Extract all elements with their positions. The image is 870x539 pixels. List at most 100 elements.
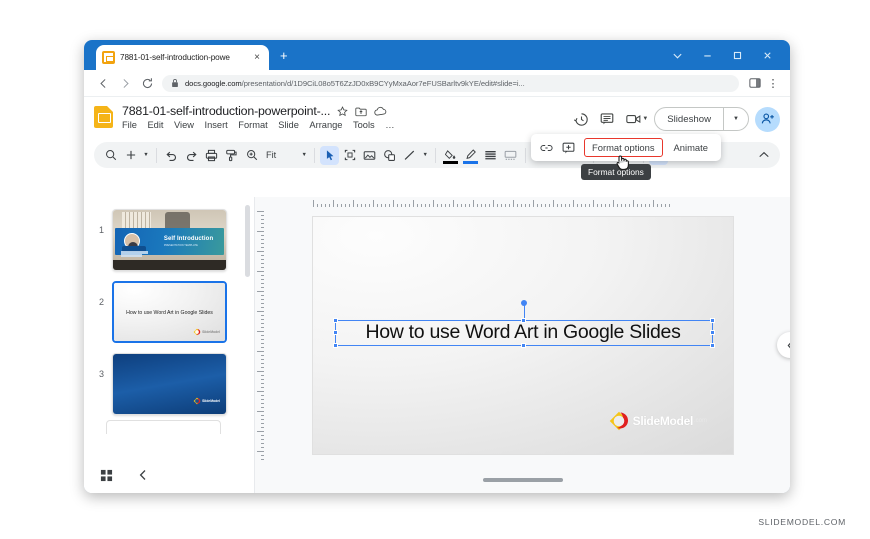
rotation-handle[interactable] [521, 300, 527, 306]
menu-insert[interactable]: Insert [205, 120, 228, 130]
menu-edit[interactable]: Edit [147, 120, 163, 130]
slide-thumbnail[interactable]: SlideModel [112, 353, 227, 415]
slide-thumbnail[interactable]: Self Introduction PRESENTATION TEMPLATE [112, 209, 227, 271]
filmstrip-slide-1[interactable]: 1 Self Introduction PRESENTATION TEMPLAT… [84, 204, 254, 276]
slidemodel-watermark: SlideModel .com [608, 410, 707, 432]
slideshow-button[interactable]: Slideshow [655, 114, 723, 125]
slide-filmstrip: 1 Self Introduction PRESENTATION TEMPLAT… [84, 197, 254, 493]
link-icon[interactable] [538, 139, 555, 156]
thumb1-subtitle: PRESENTATION TEMPLATE [163, 243, 198, 247]
watermark-suffix: .com [693, 418, 707, 424]
thumb2-logo-text: SlideModel [202, 330, 220, 334]
maximize-icon[interactable] [722, 40, 752, 70]
collapse-filmstrip-icon[interactable] [138, 469, 148, 481]
split-screen-icon[interactable] [746, 74, 764, 92]
star-icon[interactable] [337, 105, 348, 117]
resize-handle-mr[interactable] [710, 330, 715, 335]
menu-view[interactable]: View [174, 120, 194, 130]
reload-button[interactable] [136, 72, 158, 94]
resize-handle-tr[interactable] [710, 318, 715, 323]
document-actions: ▼ Slideshow ▼ [568, 106, 780, 132]
menu-format[interactable]: Format [238, 120, 267, 130]
slideshow-dropdown-icon[interactable]: ▼ [724, 116, 748, 122]
share-button[interactable] [755, 106, 780, 132]
resize-handle-ml[interactable] [333, 330, 338, 335]
menu-file[interactable]: File [122, 120, 137, 130]
resize-handle-br[interactable] [710, 343, 715, 348]
filmstrip-slide-3[interactable]: 3 SlideModel [84, 348, 254, 420]
filmstrip-slide-4-partial[interactable] [106, 420, 221, 434]
select-tool-icon[interactable] [320, 145, 340, 165]
redo-icon[interactable] [182, 146, 201, 165]
close-tab-icon[interactable]: × [251, 52, 263, 63]
address-bar[interactable]: docs.google.com/presentation/d/1D9CiL08o… [162, 74, 739, 92]
back-button[interactable] [92, 72, 114, 94]
print-icon[interactable] [202, 146, 221, 165]
url-text: docs.google.com/presentation/d/1D9CiL08o… [185, 79, 525, 88]
page-watermark: SLIDEMODEL.COM [758, 517, 846, 527]
slideshow-control: Slideshow ▼ [654, 107, 749, 131]
zoom-dropdown-icon[interactable]: ▼ [299, 152, 309, 158]
resize-handle-tl[interactable] [333, 318, 338, 323]
resize-handle-bl[interactable] [333, 343, 338, 348]
version-history-icon[interactable] [568, 106, 594, 132]
mouse-cursor-icon [615, 154, 630, 176]
minimize-icon[interactable] [692, 40, 722, 70]
undo-icon[interactable] [162, 146, 181, 165]
chrome-menu-button[interactable]: ⋮ [764, 74, 782, 92]
border-color-icon[interactable] [461, 146, 480, 165]
close-window-icon[interactable] [752, 40, 782, 70]
grid-view-icon[interactable] [100, 469, 113, 482]
watermark-text: SlideModel [632, 414, 694, 428]
shape-icon[interactable] [380, 146, 399, 165]
menu-more[interactable]: … [385, 120, 394, 130]
search-icon[interactable] [101, 146, 120, 165]
menu-arrange[interactable]: Arrange [309, 120, 342, 130]
browser-tab[interactable]: 7881-01-self-introduction-powe × [96, 45, 269, 70]
paint-format-icon[interactable] [222, 146, 241, 165]
zoom-level-label[interactable]: Fit [262, 150, 280, 160]
filmstrip-footer [84, 457, 254, 493]
menu-slide[interactable]: Slide [278, 120, 299, 130]
collapse-panel-button[interactable] [777, 332, 790, 358]
resize-handle-bc[interactable] [521, 343, 526, 348]
resize-handle-tc[interactable] [521, 318, 526, 323]
lock-icon [172, 79, 178, 87]
url-domain: docs.google.com [185, 78, 242, 88]
chrome-toolbar: docs.google.com/presentation/d/1D9CiL08o… [84, 70, 790, 97]
animate-button[interactable]: Animate [668, 139, 714, 156]
align-icon[interactable] [481, 146, 500, 165]
thumb2-logo: SlideModel [193, 328, 220, 336]
workspace: 1 Self Introduction PRESENTATION TEMPLAT… [84, 197, 790, 493]
chevron-down-icon[interactable] [662, 40, 692, 70]
cloud-saved-icon[interactable] [374, 106, 387, 117]
new-tab-button[interactable]: + [280, 49, 288, 62]
horizontal-ruler [313, 197, 764, 207]
fill-color-icon[interactable] [441, 146, 460, 165]
line-dropdown-icon[interactable]: ▼ [420, 152, 430, 158]
forward-button[interactable] [114, 72, 136, 94]
canvas-horizontal-scrollbar[interactable] [482, 478, 563, 482]
document-title[interactable]: 7881-01-self-introduction-powerpoint-... [122, 104, 330, 118]
move-to-folder-icon[interactable] [355, 106, 367, 117]
add-comment-icon[interactable] [560, 139, 577, 156]
menu-tools[interactable]: Tools [353, 120, 375, 130]
image-icon[interactable] [360, 146, 379, 165]
collapse-toolbar-icon[interactable] [754, 146, 773, 165]
filmstrip-scrollbar[interactable] [245, 205, 250, 277]
text-selection-box[interactable] [333, 300, 715, 348]
zoom-icon[interactable] [242, 146, 261, 165]
filmstrip-slide-2[interactable]: 2 How to use Word Art in Google Slides S… [84, 276, 254, 348]
slide-canvas[interactable]: How to use Word Art in Google Slides Sli… [313, 217, 733, 454]
new-slide-dropdown-icon[interactable]: ▼ [141, 152, 151, 158]
browser-window: 7881-01-self-introduction-powe × + docs.… [84, 40, 790, 493]
transition-icon[interactable] [501, 146, 520, 165]
zoom-select-icon[interactable] [340, 146, 359, 165]
slide-thumbnail-active[interactable]: How to use Word Art in Google Slides Sli… [112, 281, 227, 343]
thumb3-logo: SlideModel [193, 397, 220, 405]
new-slide-button[interactable] [121, 146, 140, 165]
thumb3-logo-text: SlideModel [202, 399, 220, 403]
line-icon[interactable] [400, 146, 419, 165]
comment-icon[interactable] [594, 106, 620, 132]
present-caret-icon[interactable]: ▼ [642, 116, 648, 122]
